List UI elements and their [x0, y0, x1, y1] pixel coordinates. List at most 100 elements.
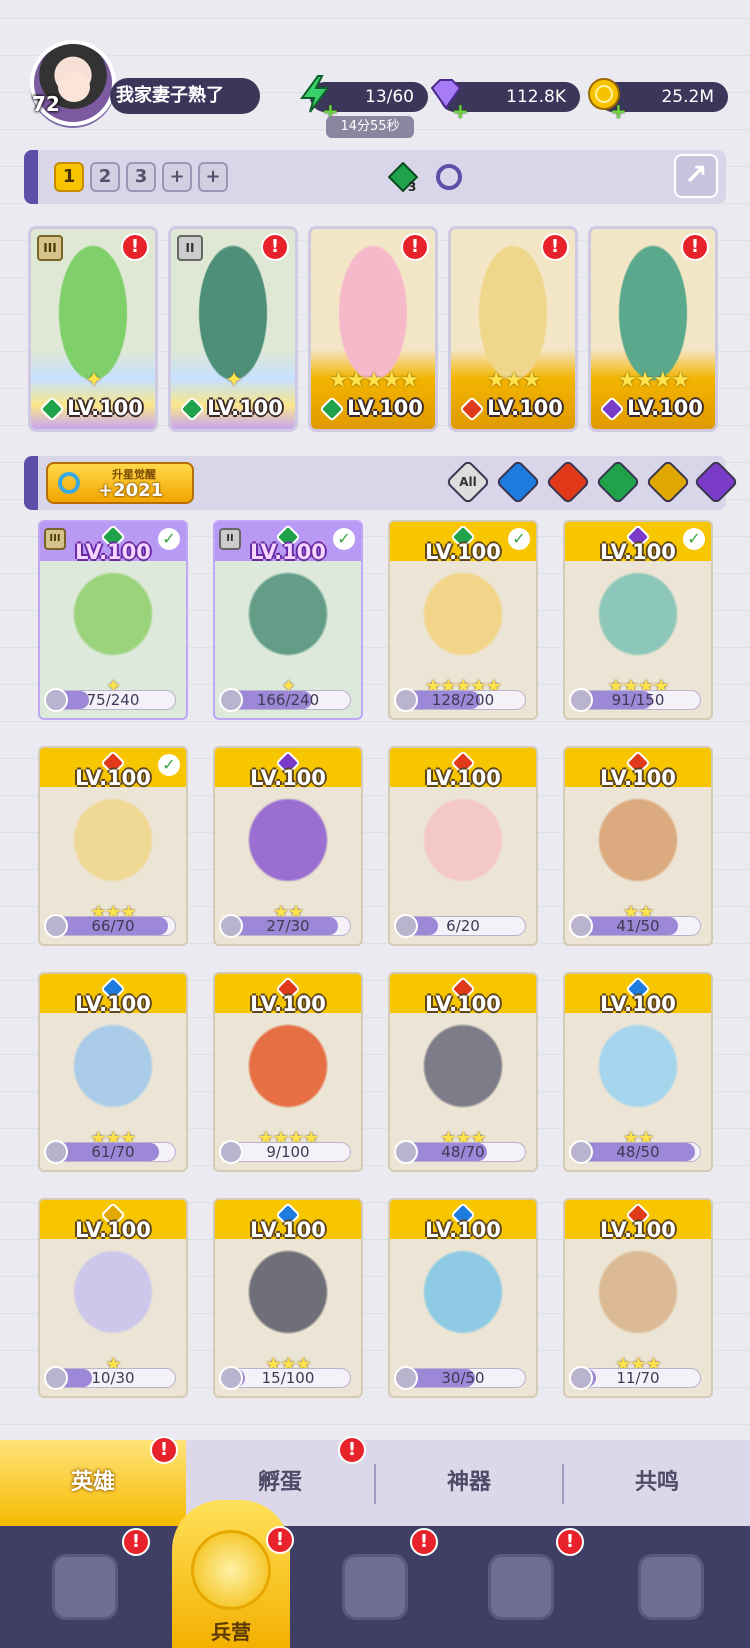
star-rating: ✦ — [224, 368, 243, 393]
hero-level: LV.100 — [311, 393, 435, 423]
alert-badge: ! — [122, 1528, 150, 1556]
hero-card[interactable]: LV.100 ★★★ 61/70 — [38, 972, 188, 1172]
filter-dark-icon[interactable] — [693, 459, 739, 505]
hero-card[interactable]: ✓ LV.100 ★★★★★ 128/200 — [388, 520, 538, 720]
hero-card[interactable]: LV.100 ★★ 48/50 — [563, 972, 713, 1172]
awaken-value: +2021 — [98, 480, 164, 501]
gem-resource[interactable]: + 112.8K — [430, 79, 580, 123]
nav-barracks[interactable]: 兵营 ! — [156, 1526, 306, 1648]
team-tab-3[interactable]: 3 — [126, 162, 156, 192]
key-icon — [58, 472, 80, 494]
shard-progress-text: 91/150 — [611, 691, 665, 709]
hero-level-text: LV.100 — [207, 396, 283, 420]
player-level: 72 — [32, 92, 60, 116]
hero-card[interactable]: LV.100 ★★ 41/50 — [563, 746, 713, 946]
star-rating: ✦ — [84, 368, 103, 393]
hero-portrait — [575, 560, 701, 680]
nav-guild[interactable] — [596, 1526, 746, 1648]
filter-water-icon[interactable] — [495, 459, 541, 505]
hero-level-text: LV.100 — [347, 396, 423, 420]
hero-portrait — [400, 560, 526, 680]
shard-progress-text: 48/50 — [616, 1143, 660, 1161]
shard-progress-text: 61/70 — [91, 1143, 135, 1161]
hero-card[interactable]: LV.100 ★★★ 11/70 — [563, 1198, 713, 1398]
nav-map[interactable]: ! — [300, 1526, 450, 1648]
map-icon — [342, 1554, 408, 1620]
awaken-button[interactable]: 升星觉醒 +2021 — [46, 462, 194, 504]
shard-icon — [394, 1366, 418, 1390]
dark-element-icon — [599, 396, 625, 422]
hero-card[interactable]: ✓ LV.100 ★★★★ 91/150 — [563, 520, 713, 720]
team-hero-card[interactable]: ! ★★★★ LV.100 — [588, 226, 718, 432]
hero-card[interactable]: ✓ LV.100 ★★★ 66/70 — [38, 746, 188, 946]
nav-shrine[interactable]: ! — [446, 1526, 596, 1648]
alert-badge: ! — [121, 233, 149, 261]
player-name[interactable]: 我家妻子熟了 — [110, 78, 260, 114]
hero-portrait — [225, 560, 351, 680]
energy-value: 13/60 — [365, 87, 414, 107]
gem-value: 112.8K — [506, 87, 566, 107]
shard-icon — [569, 1366, 593, 1390]
filter-all-label: All — [459, 475, 477, 489]
search-icon[interactable] — [436, 164, 462, 190]
shard-icon — [44, 914, 68, 938]
hero-card[interactable]: II ✓ LV.100 ✦ 166/240 — [213, 520, 363, 720]
gold-resource[interactable]: + 25.2M — [588, 78, 728, 123]
nav-barracks-label: 兵营 — [211, 1620, 251, 1644]
shard-icon — [44, 1366, 68, 1390]
hero-card[interactable]: LV.100 ★★★★ 9/100 — [213, 972, 363, 1172]
hero-card[interactable]: LV.100 6/20 — [388, 746, 538, 946]
shard-progress-text: 6/20 — [446, 917, 480, 935]
shard-icon — [569, 1140, 593, 1164]
hero-level: LV.100 — [75, 540, 151, 564]
hero-card[interactable]: LV.100 ★★ 27/30 — [213, 746, 363, 946]
nav-cards[interactable]: ! — [10, 1526, 160, 1648]
shard-progress-text: 27/30 — [266, 917, 310, 935]
hero-level: LV.100 — [600, 992, 676, 1016]
hero-portrait — [400, 786, 526, 906]
hero-portrait — [575, 786, 701, 906]
shard-icon — [394, 1140, 418, 1164]
share-button[interactable] — [674, 154, 718, 198]
shard-progress-text: 41/50 — [616, 917, 660, 935]
team-tab-add[interactable]: + — [162, 162, 192, 192]
tab-resonance[interactable]: 共鸣 — [564, 1440, 750, 1526]
team-tab-add[interactable]: + — [198, 162, 228, 192]
alert-badge: ! — [401, 233, 429, 261]
shard-progress-text: 10/30 — [91, 1369, 135, 1387]
hero-card[interactable]: LV.100 ★★★ 15/100 — [213, 1198, 363, 1398]
team-tab-1[interactable]: 1 — [54, 162, 84, 192]
team-hero-card[interactable]: III! ✦ LV.100 — [28, 226, 158, 432]
energy-resource[interactable]: + 13/60 — [300, 75, 428, 123]
team-hero-card[interactable]: II! ✦ LV.100 — [168, 226, 298, 432]
hero-level: LV.100 — [591, 393, 715, 423]
hero-card[interactable]: III ✓ LV.100 ✦ 75/240 — [38, 520, 188, 720]
shard-icon — [44, 1140, 68, 1164]
hero-card[interactable]: LV.100 ★★★ 48/70 — [388, 972, 538, 1172]
hero-level: LV.100 — [250, 1218, 326, 1242]
shard-icon — [394, 914, 418, 938]
shard-icon — [219, 688, 243, 712]
hero-card[interactable]: LV.100 ★ 10/30 — [38, 1198, 188, 1398]
hero-portrait — [50, 786, 176, 906]
team-hero-card[interactable]: ! ★★★★★ LV.100 — [308, 226, 438, 432]
shard-progress-text: 66/70 — [91, 917, 135, 935]
filter-light-icon[interactable] — [645, 459, 691, 505]
filter-all[interactable]: All — [445, 459, 491, 505]
shard-progress-text: 75/240 — [86, 691, 140, 709]
filter-wind-icon[interactable] — [595, 459, 641, 505]
hero-level: LV.100 — [425, 1218, 501, 1242]
tab-artifacts[interactable]: 神器 — [376, 1440, 562, 1526]
shard-progress-bar: 11/70 — [575, 1368, 701, 1388]
team-hero-card[interactable]: ! ★★★ LV.100 — [448, 226, 578, 432]
filter-fire-icon[interactable] — [545, 459, 591, 505]
wind-element-icon — [179, 396, 205, 422]
hero-level-text: LV.100 — [487, 396, 563, 420]
filter-bar: 升星觉醒 +2021 All — [24, 456, 739, 510]
shard-icon — [569, 688, 593, 712]
shard-progress-bar: 6/20 — [400, 916, 526, 936]
shard-progress-bar: 48/50 — [575, 1142, 701, 1162]
hero-card[interactable]: LV.100 30/50 — [388, 1198, 538, 1398]
team-tab-2[interactable]: 2 — [90, 162, 120, 192]
hero-portrait — [575, 1238, 701, 1358]
